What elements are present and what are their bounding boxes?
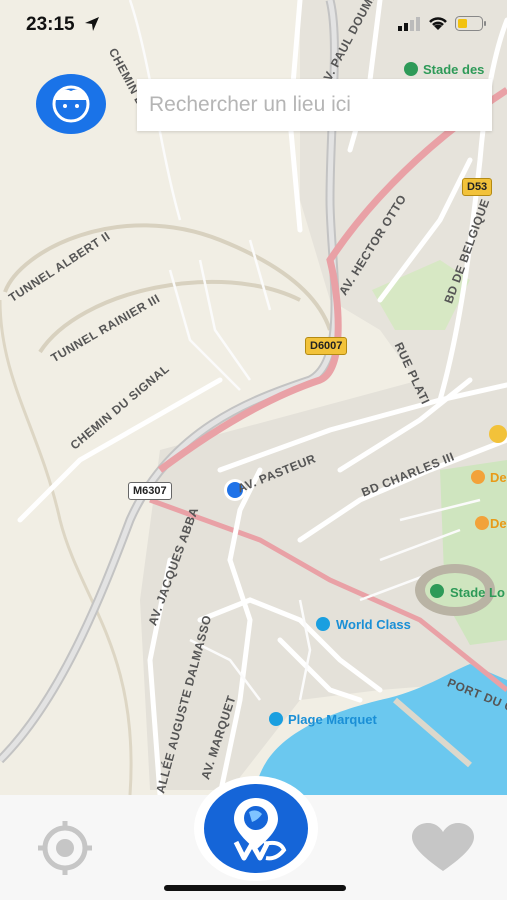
favorites-button[interactable] <box>410 823 476 873</box>
globe-pin-logo-icon <box>233 798 287 861</box>
road-badge: D53 <box>462 178 493 196</box>
profile-button[interactable] <box>36 74 106 134</box>
wifi-icon <box>429 17 447 30</box>
road-badge: D6007 <box>305 337 348 355</box>
poi-label[interactable]: De <box>490 516 507 531</box>
home-indicator <box>164 885 346 891</box>
heart-icon <box>412 823 474 871</box>
status-bar: 23:15 <box>0 0 507 50</box>
locate-crosshair-icon <box>38 821 92 875</box>
poi-label[interactable]: De <box>490 470 507 485</box>
poi-label[interactable]: World Class <box>336 617 411 632</box>
app-main-button[interactable] <box>194 776 318 881</box>
road-badge: M6307 <box>128 482 172 500</box>
location-arrow-icon <box>85 17 99 31</box>
search-input[interactable] <box>137 79 492 131</box>
locate-button[interactable] <box>33 819 97 877</box>
poi-label[interactable]: Stade des <box>423 62 484 77</box>
poi-label[interactable]: Stade Lo <box>450 585 505 600</box>
profile-face-icon <box>52 85 90 123</box>
signal-icon <box>398 17 420 31</box>
search-bar[interactable] <box>137 79 492 131</box>
battery-icon <box>455 16 486 31</box>
status-time: 23:15 <box>26 14 75 35</box>
poi-label[interactable]: Plage Marquet <box>288 712 377 727</box>
